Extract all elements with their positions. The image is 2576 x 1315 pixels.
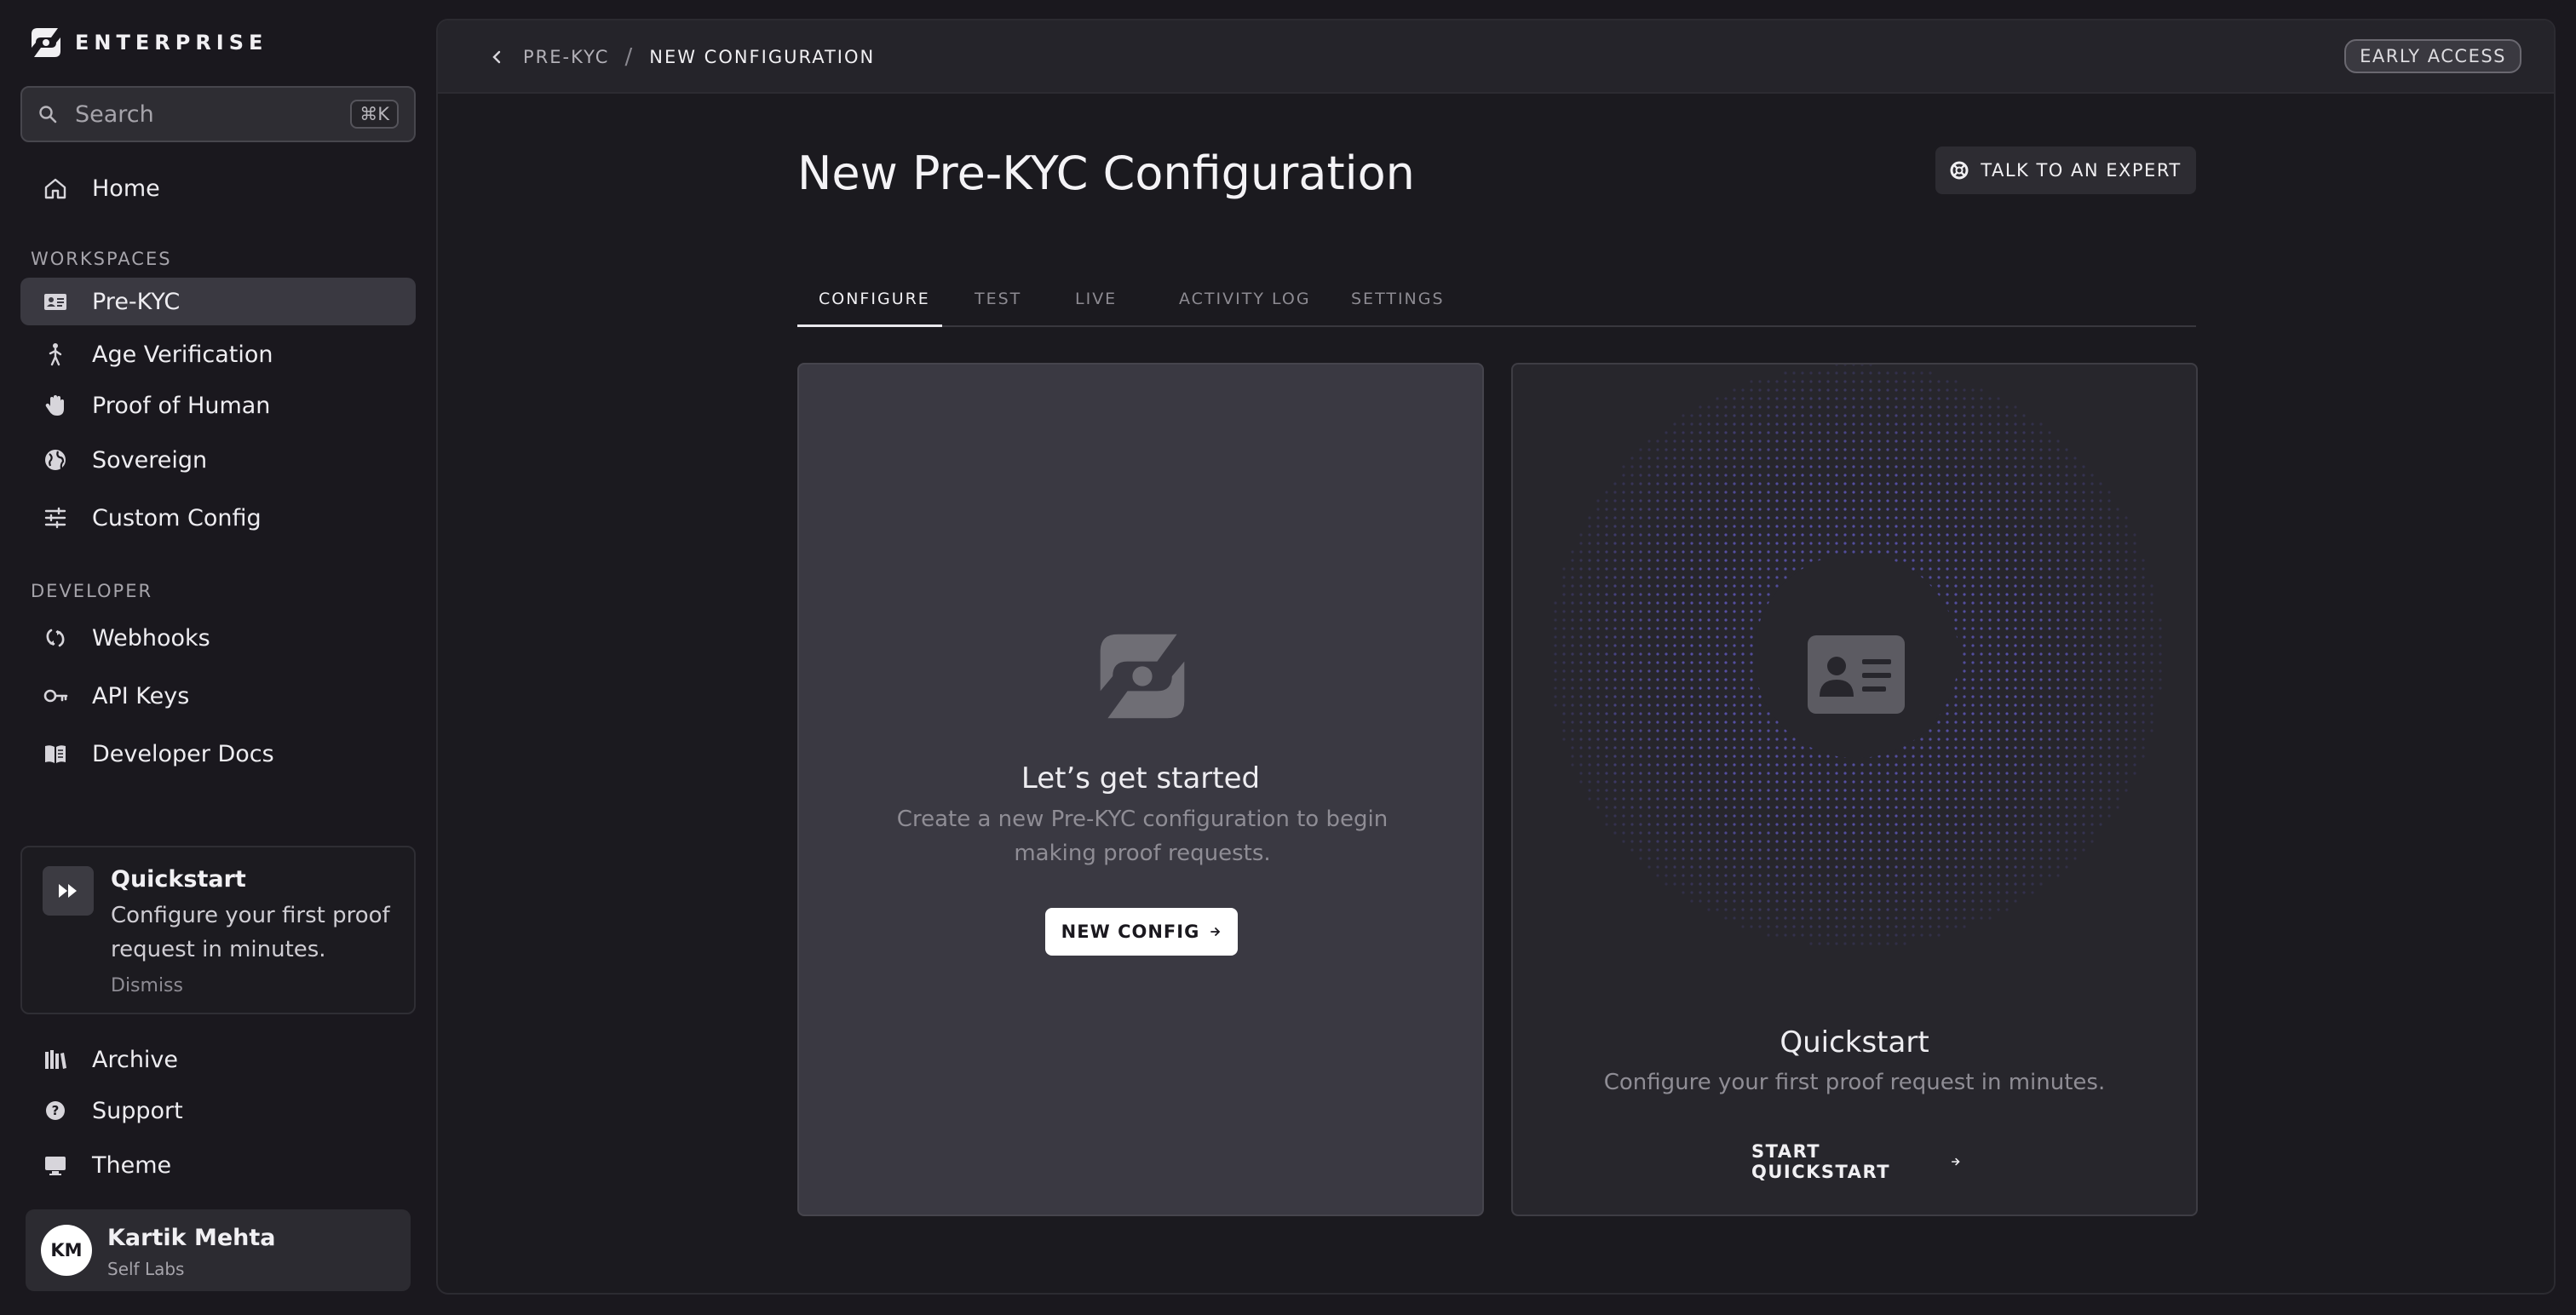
help-icon: ? [41,1096,70,1125]
brand-name: ENTERPRISE [75,31,268,55]
empty-state-title: Let’s get started [1021,761,1261,795]
workspaces-heading: WORKSPACES [31,249,172,269]
sidebar-item-api-keys[interactable]: API Keys [20,672,416,720]
quickstart-card-description: Configure your first proof request in mi… [1603,1070,2106,1095]
sidebar-item-label: Webhooks [92,624,210,652]
sidebar-item-label: Support [92,1097,183,1124]
sidebar-item-label: Proof of Human [92,392,271,419]
sidebar-item-label: API Keys [92,682,190,709]
svg-text:?: ? [52,1103,60,1118]
avatar: KM [41,1225,92,1276]
quickstart-card: Quickstart Configure your first proof re… [1511,363,2198,1216]
sidebar-item-label: Custom Config [92,504,262,531]
sidebar-item-webhooks[interactable]: Webhooks [20,614,416,662]
hand-icon [41,391,70,420]
webhook-icon [41,623,70,652]
active-tab-indicator [797,324,942,327]
arrow-right-icon [1951,1157,1960,1166]
empty-state-description: Create a new Pre-KYC configuration to be… [896,807,1389,866]
person-walking-icon [41,340,70,369]
top-bar: PRE-KYC / NEW CONFIGURATION EARLY ACCESS [438,20,2554,94]
user-organization: Self Labs [107,1259,185,1279]
tab-live[interactable]: LIVE [1075,290,1117,308]
talk-to-expert-label: TALK TO AN EXPERT [1981,160,2182,181]
user-profile-card[interactable]: KM Kartik Mehta Self Labs [26,1209,411,1291]
sidebar-item-developer-docs[interactable]: Developer Docs [20,730,416,778]
key-icon [41,681,70,710]
sidebar-item-label: Age Verification [92,341,273,368]
tab-configure[interactable]: CONFIGURE [819,290,930,308]
tab-test[interactable]: TEST [975,290,1021,308]
id-card-icon [1808,635,1905,714]
globe-icon [41,445,70,474]
search-shortcut: ⌘K [350,100,399,129]
breadcrumb-current: NEW CONFIGURATION [649,47,876,67]
sidebar-item-label: Theme [92,1151,172,1179]
sidebar: ENTERPRISE Search ⌘K Home WORKSPACES Pre… [0,0,436,1315]
sidebar-item-label: Pre-KYC [92,288,181,315]
breadcrumb: PRE-KYC / NEW CONFIGURATION [523,44,875,70]
talk-to-expert-button[interactable]: TALK TO AN EXPERT [1935,146,2196,194]
search-icon [39,106,57,123]
quickstart-promo-title: Quickstart [111,866,246,893]
page-title: New Pre-KYC Configuration [797,146,1415,200]
user-name: Kartik Mehta [107,1225,276,1251]
sidebar-item-proof-of-human[interactable]: Proof of Human [20,382,416,429]
new-config-label: NEW CONFIG [1061,922,1200,942]
sidebar-item-support[interactable]: ? Support [20,1087,416,1134]
sliders-icon [41,503,70,532]
breadcrumb-separator: / [624,44,635,70]
lifebuoy-icon [1950,161,1969,180]
quickstart-promo-description: Configure your first proof request in mi… [111,903,390,962]
sidebar-item-archive[interactable]: Archive [20,1036,416,1083]
sidebar-item-label: Archive [92,1046,179,1073]
tab-settings[interactable]: SETTINGS [1351,290,1445,308]
sidebar-item-custom-config[interactable]: Custom Config [20,494,416,542]
self-logo-icon [1100,634,1185,719]
sidebar-item-pre-kyc[interactable]: Pre-KYC [20,278,416,325]
quickstart-card-title: Quickstart [1780,1025,1929,1059]
book-icon [41,739,70,768]
arrow-right-icon [1210,927,1221,936]
chevron-left-icon [492,50,501,64]
tab-activity-log[interactable]: ACTIVITY LOG [1179,290,1311,308]
dismiss-link[interactable]: Dismiss [111,975,183,996]
start-quickstart-label: START QUICKSTART [1751,1141,1891,1182]
self-logo-icon [32,28,60,57]
sidebar-item-sovereign[interactable]: Sovereign [20,436,416,484]
brand[interactable]: ENTERPRISE [29,24,267,61]
archive-icon [41,1045,70,1074]
start-quickstart-button[interactable]: START QUICKSTART [1751,1141,1961,1182]
home-icon [41,174,70,203]
search-placeholder: Search [75,100,154,128]
back-button[interactable] [484,44,509,70]
breadcrumb-pre-kyc[interactable]: PRE-KYC [523,47,609,67]
quickstart-promo-card[interactable]: Quickstart Configure your first proof re… [20,846,416,1014]
sidebar-item-label: Home [92,175,160,202]
sidebar-item-label: Sovereign [92,446,208,474]
id-card-icon [41,287,70,316]
tab-bar: CONFIGURE TEST LIVE ACTIVITY LOG SETTING… [797,269,2196,327]
early-access-badge: EARLY ACCESS [2344,39,2521,73]
sidebar-item-theme[interactable]: Theme [20,1141,416,1189]
fast-forward-icon [43,866,94,916]
developer-heading: DEVELOPER [31,581,153,601]
sidebar-item-label: Developer Docs [92,740,274,767]
search-input[interactable]: Search ⌘K [20,86,416,142]
sidebar-item-home[interactable]: Home [20,164,416,212]
new-config-card: Let’s get started Create a new Pre-KYC c… [797,363,1484,1216]
sidebar-item-age-verification[interactable]: Age Verification [20,330,416,378]
new-config-button[interactable]: NEW CONFIG [1045,908,1238,956]
main-panel: PRE-KYC / NEW CONFIGURATION EARLY ACCESS… [436,19,2556,1295]
monitor-icon [41,1151,70,1180]
